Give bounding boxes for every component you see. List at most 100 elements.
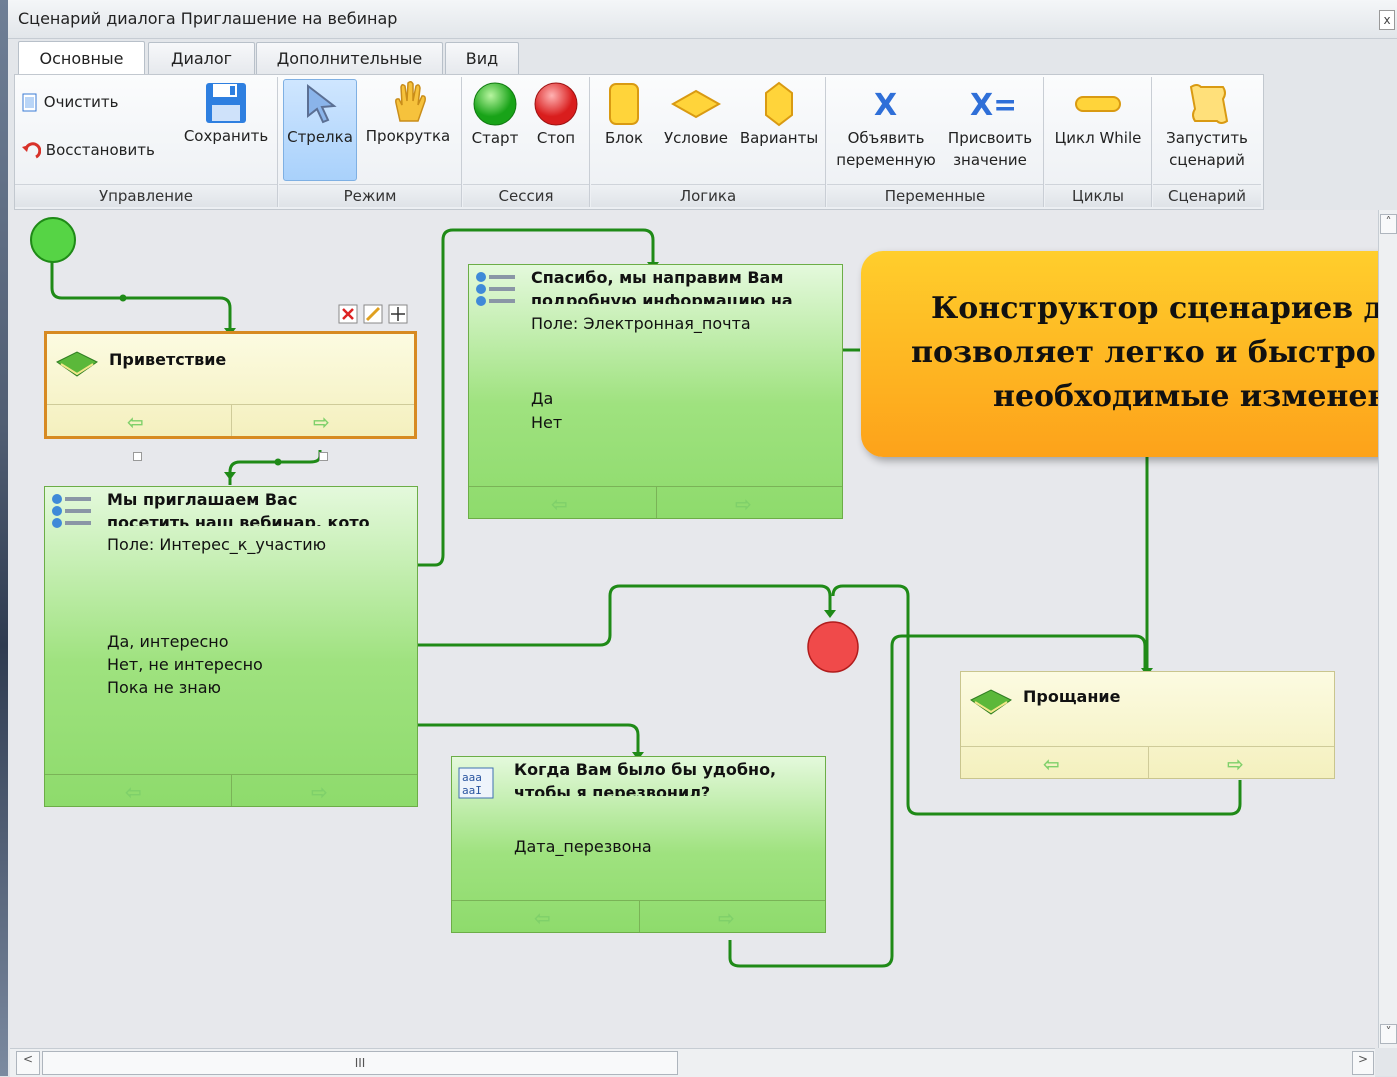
node-farewell[interactable]: Прощание ⇦ ⇨ [960, 671, 1335, 779]
callback-title-2: чтобы я перезвонил? [514, 783, 711, 796]
tab-view[interactable]: Вид [445, 42, 519, 74]
callout-line-2: позволяет легко и быстро вн [911, 335, 1397, 370]
declare-label-2: переменную [836, 151, 936, 169]
prev-arrow-icon[interactable]: ⇦ [534, 906, 551, 930]
prev-arrow-icon[interactable]: ⇦ [551, 492, 568, 516]
svg-text:X: X [874, 88, 897, 123]
connector-invite-stop [417, 584, 832, 647]
title-bar: Сценарий диалога Приглашение на вебинар … [8, 0, 1397, 39]
clear-button[interactable]: Очистить [21, 91, 171, 113]
svg-text:aaa: aaa [462, 771, 482, 784]
scroll-down-icon[interactable]: ˅ [1380, 1024, 1397, 1044]
group-label-logic: Логика [591, 184, 825, 207]
tab-main[interactable]: Основные [18, 41, 145, 75]
variable-x-icon: X [874, 88, 897, 123]
prev-arrow-icon[interactable]: ⇦ [1043, 752, 1060, 776]
port-right[interactable] [319, 452, 328, 461]
group-label-mode: Режим [279, 184, 461, 207]
hand-icon [395, 80, 426, 122]
greeting-title: Приветствие [109, 350, 227, 369]
stop-button[interactable]: Стоп [527, 81, 585, 149]
run-label-1: Запустить [1166, 129, 1248, 147]
invite-title-2: посетить наш вебинар, кото [107, 513, 370, 526]
floppy-disk-icon [206, 83, 246, 123]
next-arrow-icon[interactable]: ⇨ [718, 906, 735, 930]
window-title: Сценарий диалога Приглашение на вебинар [18, 9, 398, 28]
node-greeting[interactable]: Приветствие ⇦ ⇨ [44, 331, 417, 439]
start-node [30, 217, 76, 263]
group-mode: Стрелка Прокрутка Режим [279, 77, 462, 207]
prev-arrow-icon[interactable]: ⇦ [125, 780, 142, 804]
callback-title-1: Когда Вам было бы удобно, [514, 760, 777, 779]
thanks-title-1: Спасибо, мы направим Вам [531, 268, 784, 287]
assign-label-2: значение [953, 151, 1027, 169]
assign-value-button[interactable]: X= Присвоить значение [941, 81, 1039, 171]
pan-mode-button[interactable]: Прокрутка [359, 79, 457, 147]
connector-invite-callback [417, 723, 640, 755]
group-label-loops: Циклы [1045, 184, 1151, 207]
node-thanks[interactable]: Спасибо, мы направим Вам подробную инфор… [468, 264, 843, 519]
next-arrow-icon[interactable]: ⇨ [313, 410, 330, 434]
arrow-label: Стрелка [287, 128, 353, 146]
scroll-left-icon[interactable]: < [16, 1051, 40, 1075]
start-button[interactable]: Старт [467, 81, 523, 149]
invite-option: Да, интересно [107, 632, 229, 651]
callout-line-1: Конструктор сценариев диа [931, 291, 1397, 326]
save-button[interactable]: Сохранить [179, 81, 273, 147]
assign-label-1: Присвоить [947, 129, 1033, 147]
invite-option: Нет, не интересно [107, 655, 263, 674]
red-circle-icon [534, 82, 578, 126]
tab-additional[interactable]: Дополнительные [256, 42, 443, 74]
scroll-up-icon[interactable]: ˄ [1380, 214, 1397, 234]
horizontal-scrollbar[interactable]: < III > [10, 1048, 1375, 1077]
node-callback[interactable]: aaa aaI Когда Вам было бы удобно, чтобы я… [451, 756, 826, 933]
tab-dialog[interactable]: Диалог [148, 42, 255, 74]
while-label: Цикл While [1054, 129, 1142, 147]
port-left[interactable] [133, 452, 142, 461]
declare-variable-button[interactable]: X Объявить переменную [831, 81, 941, 171]
connector-start-greeting [50, 258, 232, 330]
thanks-option: Нет [531, 413, 563, 432]
callback-field: Дата_перезвона [514, 837, 652, 856]
arrow-mode-button[interactable]: Стрелка [283, 79, 357, 181]
scroll-icon [1189, 84, 1229, 124]
ribbon: Очистить Восстановить Сохранить Управлен… [14, 74, 1264, 210]
next-arrow-icon[interactable]: ⇨ [1227, 752, 1244, 776]
scroll-right-icon[interactable]: > [1352, 1051, 1374, 1075]
scroll-thumb[interactable]: III [42, 1051, 678, 1075]
cursor-arrow-icon [307, 83, 337, 124]
ribbon-tabs: Основные Диалог Дополнительные Вид [8, 38, 1397, 75]
options-list-icon [52, 494, 91, 528]
condition-button[interactable]: Условие [655, 81, 737, 149]
node-toolbar [338, 304, 408, 324]
declare-label-1: Объявить [847, 129, 925, 147]
next-arrow-icon[interactable]: ⇨ [735, 492, 752, 516]
variants-button[interactable]: Варианты [737, 81, 821, 149]
close-button[interactable]: x [1379, 10, 1395, 30]
undo-icon [22, 141, 42, 158]
hexagon-icon [765, 81, 793, 127]
diamond-icon [670, 89, 722, 119]
invite-footer: ⇦ ⇨ [45, 774, 417, 806]
restore-button[interactable]: Восстановить [21, 139, 171, 161]
group-session: Старт Стоп Сессия [463, 77, 590, 207]
group-logic: Блок Условие Варианты Логика [591, 77, 826, 207]
save-label: Сохранить [183, 127, 269, 145]
block-icon [609, 83, 639, 125]
next-arrow-icon[interactable]: ⇨ [311, 780, 328, 804]
thanks-title-2: подробную информацию на [531, 291, 793, 304]
stop-label: Стоп [536, 129, 576, 147]
run-scenario-button[interactable]: Запустить сценарий [1157, 81, 1257, 171]
start-label: Старт [471, 129, 519, 147]
node-invite[interactable]: Мы приглашаем Вас посетить наш вебинар, … [44, 486, 418, 807]
callout-line-3: необходимые изменения [993, 379, 1397, 414]
book-icon [970, 689, 1012, 715]
thanks-footer: ⇦ ⇨ [469, 486, 842, 518]
block-button[interactable]: Блок [595, 81, 653, 149]
prev-arrow-icon[interactable]: ⇦ [127, 410, 144, 434]
vertical-scrollbar[interactable]: ˄ ˅ [1378, 210, 1397, 1048]
svg-text:X=: X= [970, 88, 1014, 123]
pan-label: Прокрутка [365, 127, 451, 145]
while-loop-button[interactable]: Цикл While [1049, 81, 1147, 149]
restore-label: Восстановить [45, 141, 155, 159]
